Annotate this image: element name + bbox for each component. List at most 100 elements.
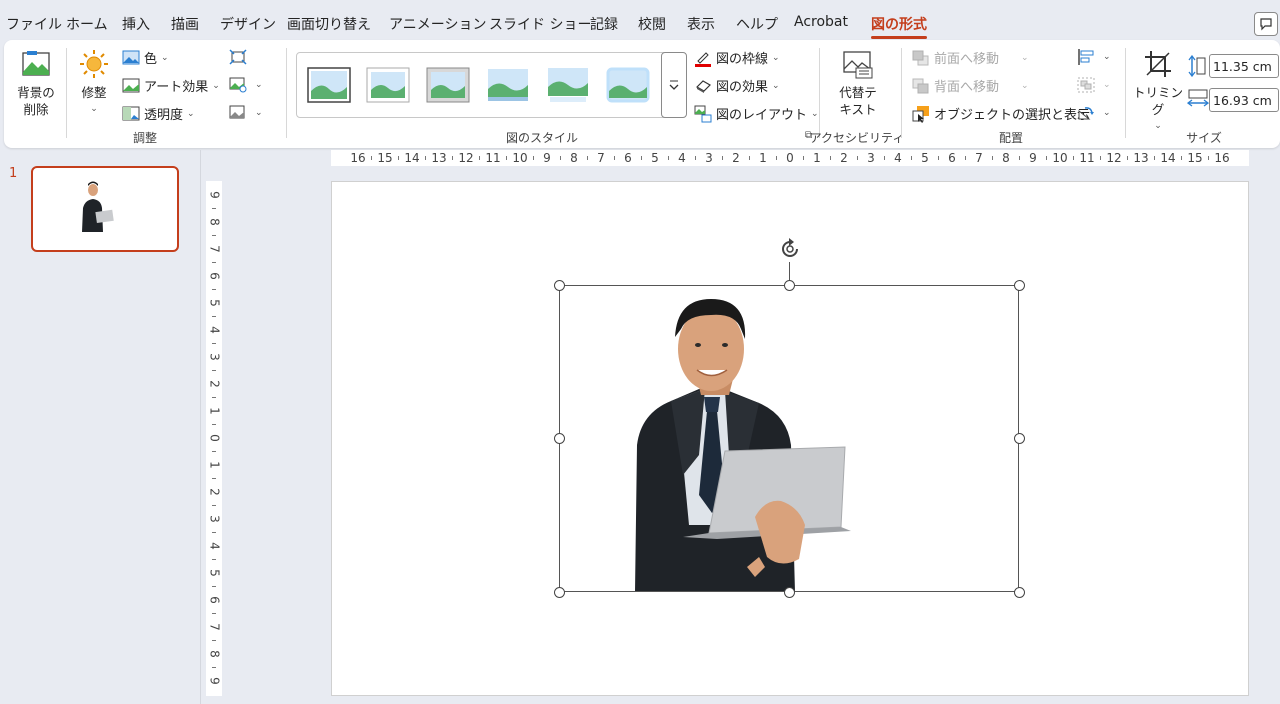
height-icon <box>1187 54 1207 81</box>
selection-pane-label: オブジェクトの選択と表示 <box>934 108 1091 123</box>
ruler-v-label: 2 <box>208 488 222 496</box>
chevron-down-icon: ⌄ <box>90 104 98 114</box>
ruler-h-label: 4 <box>678 151 686 165</box>
gallery-more-button[interactable] <box>661 52 687 118</box>
thumbnail-person-image <box>82 181 114 232</box>
ruler-v-label: 3 <box>208 515 222 523</box>
tab-view[interactable]: 表示 <box>687 14 715 34</box>
reset-picture-icon <box>229 104 247 122</box>
tab-draw[interactable]: 描画 <box>171 14 199 34</box>
ruler-v-label: 4 <box>208 326 222 334</box>
crop-icon <box>1142 48 1174 80</box>
transparency-button[interactable]: 透明度 ⌄ <box>122 104 195 123</box>
group-label-arrange: 配置 <box>998 131 1024 145</box>
align-left-icon <box>1077 48 1095 66</box>
rotate-button[interactable]: ⌄ <box>1077 104 1111 122</box>
group-label-size: サイズ <box>1186 131 1222 145</box>
artistic-effects-button[interactable]: アート効果 ⌄ <box>122 76 220 95</box>
ruler-h-label: 2 <box>840 151 848 165</box>
style-thumb-6[interactable] <box>606 67 650 103</box>
picture-border-button[interactable]: 図の枠線 ⌄ <box>694 48 780 67</box>
resize-handle-top-left[interactable] <box>554 280 565 291</box>
ruler-v-label: 5 <box>208 569 222 577</box>
picture-effects-button[interactable]: 図の効果 ⌄ <box>694 76 780 95</box>
tab-transitions[interactable]: 画面切り替え <box>287 14 371 34</box>
picture-effects-icon <box>694 77 712 95</box>
send-backward-button[interactable]: 背面へ移動 ⌄ <box>912 76 1029 95</box>
chevron-down-icon: ⌄ <box>811 108 819 119</box>
ruler-h-label: 1 <box>813 151 821 165</box>
ruler-h-label: 7 <box>975 151 983 165</box>
selection-pane-button[interactable]: オブジェクトの選択と表示 <box>912 104 1090 123</box>
ruler-h-label: 12 <box>1106 151 1121 165</box>
tab-insert[interactable]: 挿入 <box>122 14 150 34</box>
resize-handle-left[interactable] <box>554 433 565 444</box>
ribbon: 背景の 削除 修整 ⌄ 色 ⌄ アート効果 ⌄ 透明度 ⌄ ⌄ ⌄ 調整 図の枠… <box>4 40 1280 148</box>
tab-animations[interactable]: アニメーション <box>389 14 486 34</box>
style-thumb-5[interactable] <box>546 67 590 103</box>
send-backward-label: 背面へ移動 <box>934 80 1000 95</box>
width-input[interactable] <box>1209 88 1279 112</box>
crop-button[interactable]: トリミング ⌄ <box>1132 48 1184 135</box>
style-thumb-4[interactable] <box>486 67 530 103</box>
compress-pictures-button[interactable] <box>229 48 251 66</box>
ruler-h-label: 2 <box>732 151 740 165</box>
tab-review[interactable]: 校閲 <box>638 14 666 34</box>
picture-styles-gallery <box>296 52 687 118</box>
chevron-down-icon: ⌄ <box>255 80 263 90</box>
height-input[interactable] <box>1209 54 1279 78</box>
rotate-handle-icon[interactable] <box>777 236 803 262</box>
bring-forward-icon <box>912 49 930 67</box>
resize-handle-bottom-right[interactable] <box>1014 587 1025 598</box>
reset-picture-button[interactable]: ⌄ <box>229 104 263 122</box>
bring-forward-button[interactable]: 前面へ移動 ⌄ <box>912 48 1029 67</box>
alt-text-icon <box>842 48 874 80</box>
resize-handle-top-right[interactable] <box>1014 280 1025 291</box>
picture-layout-button[interactable]: 図のレイアウト ⌄ <box>694 104 819 123</box>
slide-thumbnail-1[interactable] <box>31 166 179 252</box>
ruler-h-label: 8 <box>570 151 578 165</box>
picture-effects-label: 図の効果 <box>716 80 769 95</box>
resize-handle-bottom[interactable] <box>784 587 795 598</box>
ruler-h-label: 1 <box>759 151 767 165</box>
tab-design[interactable]: デザイン <box>220 14 276 34</box>
style-thumb-2[interactable] <box>366 67 410 103</box>
tab-file[interactable]: ファイル <box>6 14 62 34</box>
ruler-v-label: 1 <box>208 461 222 469</box>
width-icon <box>1186 88 1210 112</box>
tab-picture-format[interactable]: 図の形式 <box>871 14 927 39</box>
ruler-h-label: 5 <box>651 151 659 165</box>
tab-record[interactable]: 記録 <box>590 14 618 34</box>
ruler-h-label: 13 <box>1133 151 1148 165</box>
ruler-h-label: 9 <box>1029 151 1037 165</box>
ruler-h-label: 7 <box>597 151 605 165</box>
group-objects-button[interactable]: ⌄ <box>1077 76 1111 94</box>
resize-handle-top[interactable] <box>784 280 795 291</box>
vertical-ruler: 9 8 7 6 5 4 3 2 1 0 1 2 3 4 5 6 7 8 9 <box>206 181 222 696</box>
ruler-v-label: 3 <box>208 353 222 361</box>
ruler-v-label: 6 <box>208 272 222 280</box>
change-picture-icon <box>229 76 247 94</box>
picture-selection-box <box>559 285 1019 592</box>
remove-background-button[interactable]: 背景の 削除 <box>12 48 60 118</box>
tab-home[interactable]: ホーム <box>66 14 108 34</box>
align-button[interactable]: ⌄ <box>1077 48 1111 66</box>
alt-text-button[interactable]: 代替テ キスト <box>832 48 884 118</box>
tab-help[interactable]: ヘルプ <box>736 14 778 34</box>
ruler-h-label: 6 <box>948 151 956 165</box>
picture-border-label: 図の枠線 <box>716 52 769 67</box>
tab-acrobat[interactable]: Acrobat <box>794 14 848 30</box>
style-thumb-3[interactable] <box>426 67 470 103</box>
ruler-h-label: 15 <box>1187 151 1202 165</box>
tab-slideshow[interactable]: スライド ショー <box>489 14 591 34</box>
resize-handle-right[interactable] <box>1014 433 1025 444</box>
picture-layout-icon <box>694 105 712 123</box>
corrections-button[interactable]: 修整 ⌄ <box>74 48 114 118</box>
style-thumb-1[interactable] <box>307 67 351 103</box>
ruler-h-label: 6 <box>624 151 632 165</box>
ruler-h-label: 11 <box>1079 151 1094 165</box>
color-button[interactable]: 色 ⌄ <box>122 48 169 67</box>
comments-button[interactable] <box>1254 12 1278 36</box>
resize-handle-bottom-left[interactable] <box>554 587 565 598</box>
change-picture-button[interactable]: ⌄ <box>229 76 263 94</box>
